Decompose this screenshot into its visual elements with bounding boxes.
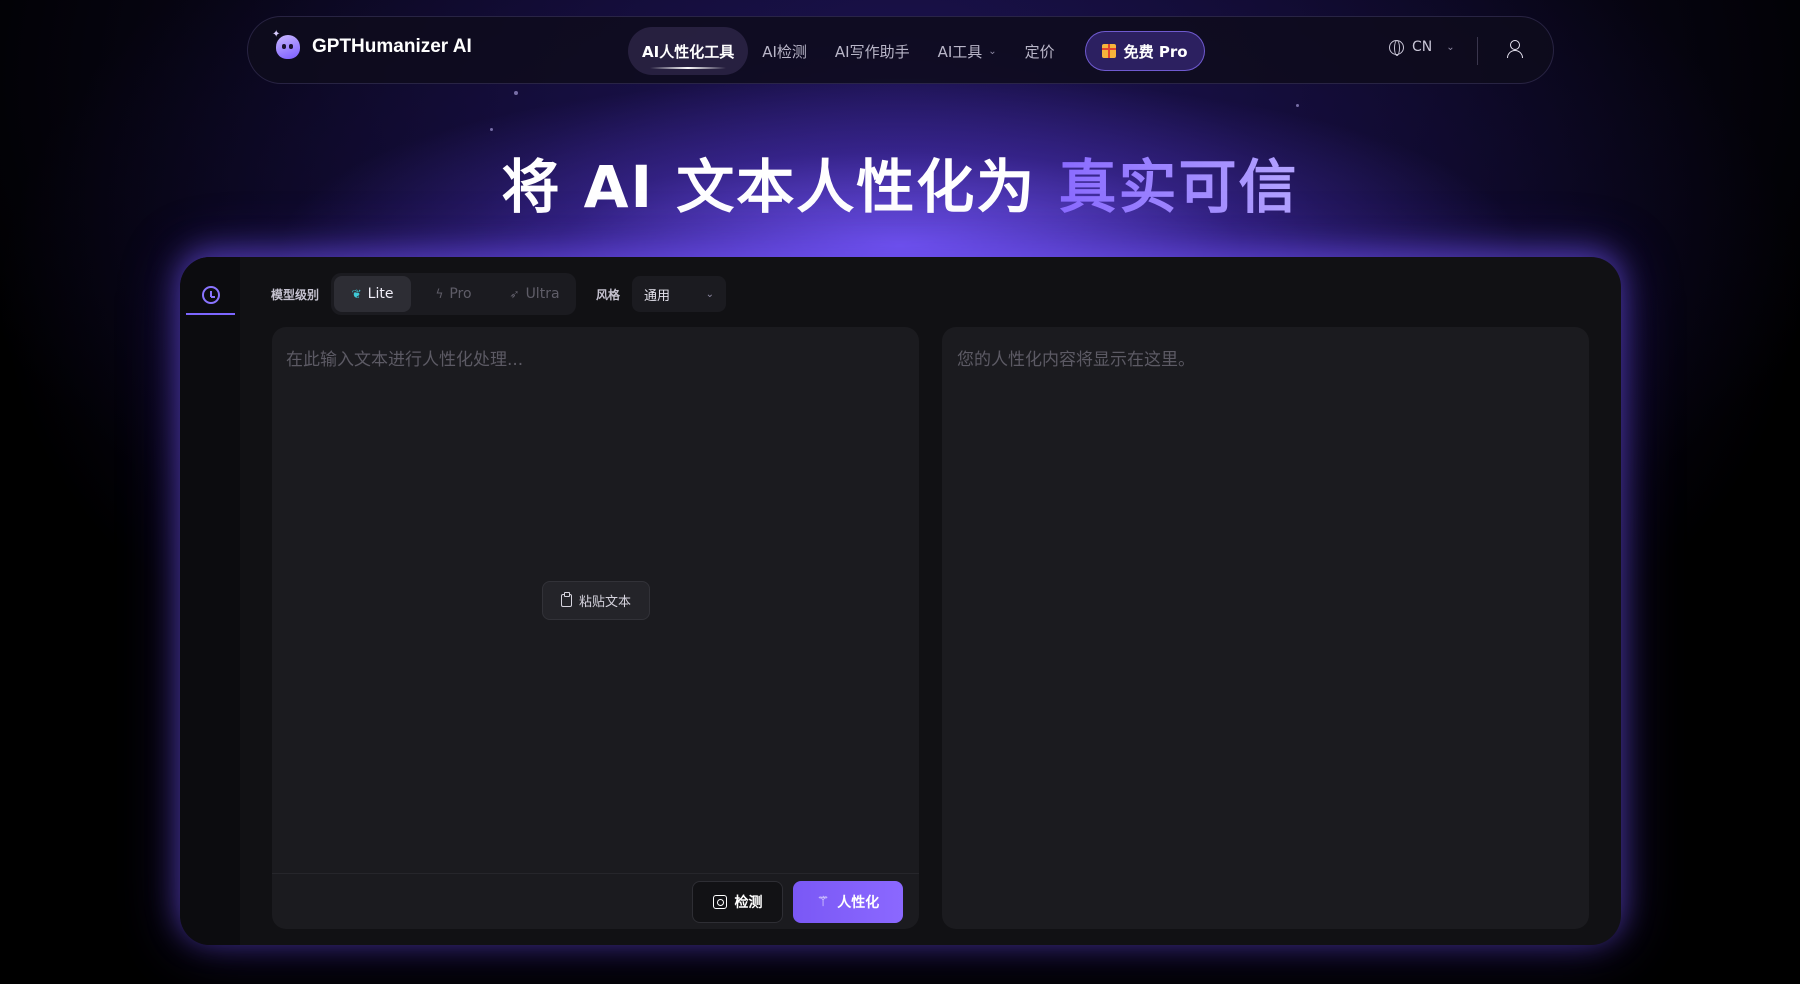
free-pro-button[interactable]: 免费 Pro — [1084, 31, 1205, 71]
top-navbar: ✦ GPTHumanizer AI AI人性化工具 AI检测 AI写作助手 AI… — [247, 16, 1554, 84]
history-tab[interactable] — [186, 277, 235, 315]
user-account-icon[interactable] — [1505, 39, 1523, 59]
nav-item-ai-detect[interactable]: AI检测 — [748, 27, 821, 75]
lightning-icon: ϟ — [435, 287, 444, 301]
gift-icon — [1101, 44, 1116, 58]
model-option-ultra[interactable]: ➶ Ultra — [496, 276, 573, 312]
model-option-label: Lite — [367, 286, 394, 302]
star-decoration — [514, 91, 518, 95]
output-box: 您的人性化内容将显示在这里。 — [942, 327, 1589, 929]
star-decoration — [1296, 104, 1299, 107]
model-controls: 模型级别 ❦ Lite ϟ Pro ➶ Ultra 风格 通用 ⌄ — [271, 273, 727, 315]
model-level-selector: ❦ Lite ϟ Pro ➶ Ultra — [331, 273, 577, 315]
panel-sidebar — [180, 257, 240, 945]
nav-item-label: AI工具 — [937, 42, 983, 61]
clipboard-icon — [560, 592, 572, 607]
hero-title: 将 AI 文本人性化为 真实可信 — [0, 140, 1800, 224]
chevron-down-icon: ⌄ — [1446, 41, 1455, 53]
style-select[interactable]: 通用 ⌄ — [632, 276, 727, 312]
output-placeholder: 您的人性化内容将显示在这里。 — [957, 350, 1195, 370]
scan-icon — [712, 895, 727, 909]
language-selector[interactable]: CN ⌄ — [1389, 39, 1455, 56]
free-pro-label: 免费 Pro — [1123, 42, 1188, 61]
hero-title-main: 将 AI 文本人性化为 — [501, 153, 1037, 221]
magic-wand-icon: ⚚ — [816, 894, 830, 910]
main-menu: AI人性化工具 AI检测 AI写作助手 AI工具 ⌄ 定价 免费 Pro — [628, 25, 1205, 77]
hero-title-accent: 真实可信 — [1058, 153, 1299, 221]
brand-logo[interactable]: ✦ GPTHumanizer AI — [272, 29, 472, 59]
humanizer-panel: 模型级别 ❦ Lite ϟ Pro ➶ Ultra 风格 通用 ⌄ 粘贴文本 — [180, 257, 1621, 945]
rocket-icon: ➶ — [509, 287, 520, 301]
humanize-button[interactable]: ⚚ 人性化 — [793, 881, 903, 923]
history-icon — [201, 286, 220, 304]
ghost-logo-icon: ✦ — [272, 29, 300, 59]
nav-item-label: 定价 — [1024, 42, 1055, 61]
nav-item-label: AI写作助手 — [834, 42, 910, 61]
star-decoration — [490, 128, 493, 131]
style-select-value: 通用 — [644, 288, 671, 304]
paste-text-label: 粘贴文本 — [578, 595, 631, 610]
nav-item-label: AI人性化工具 — [642, 42, 735, 61]
humanize-label: 人性化 — [837, 895, 880, 911]
feather-icon: ❦ — [351, 287, 362, 301]
nav-item-label: AI检测 — [762, 42, 807, 61]
language-label: CN — [1412, 39, 1433, 55]
chevron-down-icon: ⌄ — [705, 288, 715, 300]
detect-button[interactable]: 检测 — [692, 881, 783, 923]
nav-item-humanizer-tool[interactable]: AI人性化工具 — [628, 27, 749, 75]
nav-item-pricing[interactable]: 定价 — [1011, 27, 1069, 75]
model-option-pro[interactable]: ϟ Pro — [415, 276, 492, 312]
model-option-label: Ultra — [525, 286, 560, 302]
input-footer-divider — [272, 873, 919, 874]
globe-icon — [1389, 39, 1404, 56]
nav-divider — [1477, 37, 1478, 65]
input-box: 粘贴文本 检测 ⚚ 人性化 — [272, 327, 919, 929]
model-option-lite[interactable]: ❦ Lite — [334, 276, 412, 312]
nav-item-ai-tools[interactable]: AI工具 ⌄ — [924, 27, 1011, 75]
brand-name: GPTHumanizer AI — [312, 36, 472, 57]
detect-label: 检测 — [734, 895, 763, 911]
nav-item-writing-assistant[interactable]: AI写作助手 — [821, 27, 924, 75]
style-label: 风格 — [596, 287, 621, 302]
paste-text-button[interactable]: 粘贴文本 — [542, 581, 650, 620]
model-option-label: Pro — [449, 286, 472, 302]
model-level-label: 模型级别 — [271, 287, 320, 302]
chevron-down-icon: ⌄ — [988, 45, 997, 57]
